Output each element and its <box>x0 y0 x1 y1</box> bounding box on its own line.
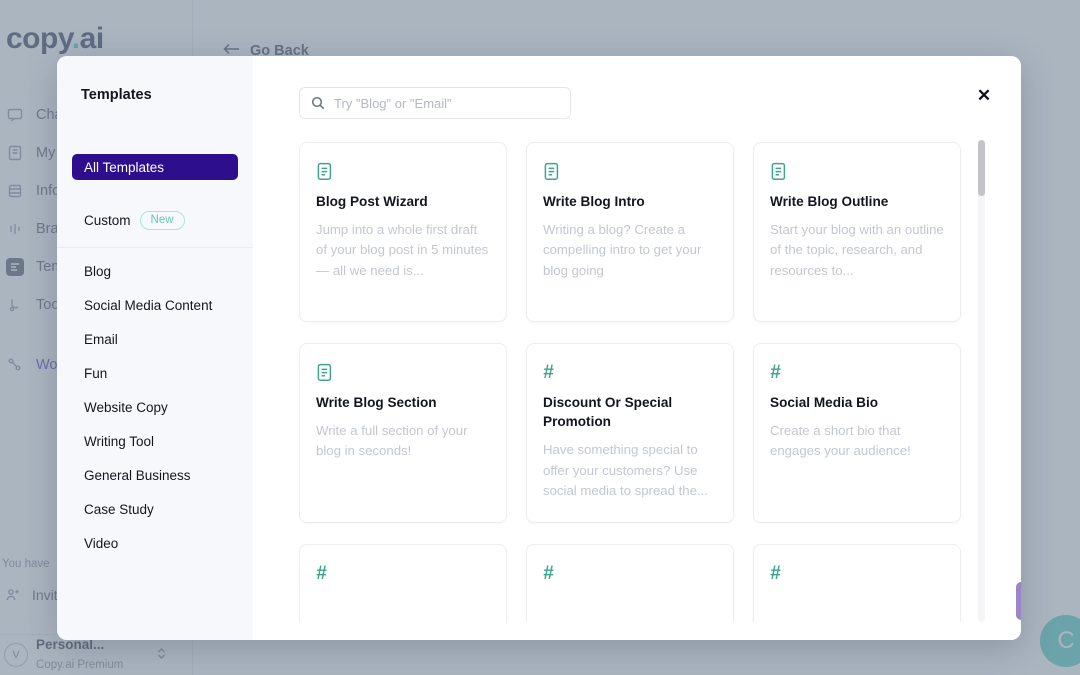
search-bar[interactable] <box>299 87 571 119</box>
category-item-writing-tool[interactable]: Writing Tool <box>57 424 253 458</box>
template-title: Write Blog Outline <box>770 192 944 211</box>
template-card[interactable]: Write Blog Outline Start your blog with … <box>753 142 961 322</box>
category-item-fun[interactable]: Fun <box>57 356 253 390</box>
template-title: Social Media Bio <box>770 393 944 412</box>
close-icon[interactable]: ✕ <box>973 84 995 106</box>
close-glyph: ✕ <box>977 87 991 104</box>
template-description: Start your blog with an outline of the t… <box>770 220 944 281</box>
category-label: Fun <box>84 366 107 381</box>
hash-icon: # <box>770 361 944 383</box>
template-description: Write a full section of your blog in sec… <box>316 421 490 462</box>
start-new-project-button[interactable]: Start New Project <box>1016 582 1021 620</box>
category-all-templates[interactable]: All Templates <box>72 154 238 180</box>
template-description: Create a short bio that engages your aud… <box>770 421 944 462</box>
new-badge: New <box>140 211 185 230</box>
template-card[interactable]: # <box>526 544 734 622</box>
template-title: Discount Or Special Promotion <box>543 393 717 431</box>
templates-modal: Templates All Templates Custom New Blog … <box>57 56 1021 640</box>
template-title: Write Blog Intro <box>543 192 717 211</box>
category-label: Custom <box>84 213 131 228</box>
document-icon <box>543 160 717 182</box>
category-item-email[interactable]: Email <box>57 322 253 356</box>
template-card[interactable]: # <box>299 544 507 622</box>
category-label: Case Study <box>84 502 154 517</box>
category-item-website-copy[interactable]: Website Copy <box>57 390 253 424</box>
template-description: Have something special to offer your cus… <box>543 440 717 501</box>
document-icon <box>316 361 490 383</box>
search-icon <box>311 96 325 110</box>
template-card[interactable]: # <box>753 544 961 622</box>
hash-icon: # <box>316 562 490 584</box>
category-label: Video <box>84 536 118 551</box>
document-icon <box>316 160 490 182</box>
category-item-case-study[interactable]: Case Study <box>57 492 253 526</box>
category-label: Writing Tool <box>84 434 154 449</box>
hash-icon: # <box>543 562 717 584</box>
document-icon <box>770 160 944 182</box>
category-item-video[interactable]: Video <box>57 526 253 560</box>
template-cards-viewport: Blog Post Wizard Jump into a whole first… <box>299 142 976 622</box>
modal-main-panel: ✕ Blog Post Wizard Jump into a whole fir… <box>253 56 1021 640</box>
template-card[interactable]: # Social Media Bio Create a short bio th… <box>753 343 961 523</box>
category-item-blog[interactable]: Blog <box>57 254 253 288</box>
template-title: Blog Post Wizard <box>316 192 490 211</box>
search-input[interactable] <box>334 96 559 111</box>
category-label: Website Copy <box>84 400 168 415</box>
modal-title: Templates <box>81 87 152 103</box>
template-card[interactable]: Blog Post Wizard Jump into a whole first… <box>299 142 507 322</box>
hash-icon: # <box>770 562 944 584</box>
category-divider <box>57 247 253 248</box>
template-description: Jump into a whole first draft of your bl… <box>316 220 490 281</box>
category-item-general-business[interactable]: General Business <box>57 458 253 492</box>
category-list: Blog Social Media Content Email Fun Webs… <box>57 254 253 560</box>
category-label: Blog <box>84 264 111 279</box>
template-title: Write Blog Section <box>316 393 490 412</box>
scrollbar-track[interactable] <box>978 140 985 622</box>
template-card[interactable]: Write Blog Section Write a full section … <box>299 343 507 523</box>
category-label: Social Media Content <box>84 298 212 313</box>
category-label: All Templates <box>84 160 164 175</box>
hash-icon: # <box>543 361 717 383</box>
scrollbar-thumb[interactable] <box>978 140 985 196</box>
template-cards-grid: Blog Post Wizard Jump into a whole first… <box>299 142 976 622</box>
category-label: Email <box>84 332 118 347</box>
modal-category-panel: Templates All Templates Custom New Blog … <box>57 56 253 640</box>
template-card[interactable]: Write Blog Intro Writing a blog? Create … <box>526 142 734 322</box>
template-description: Writing a blog? Create a compelling intr… <box>543 220 717 281</box>
category-custom[interactable]: Custom New <box>84 211 185 230</box>
template-card[interactable]: # Discount Or Special Promotion Have som… <box>526 343 734 523</box>
category-item-social-media-content[interactable]: Social Media Content <box>57 288 253 322</box>
category-label: General Business <box>84 468 191 483</box>
